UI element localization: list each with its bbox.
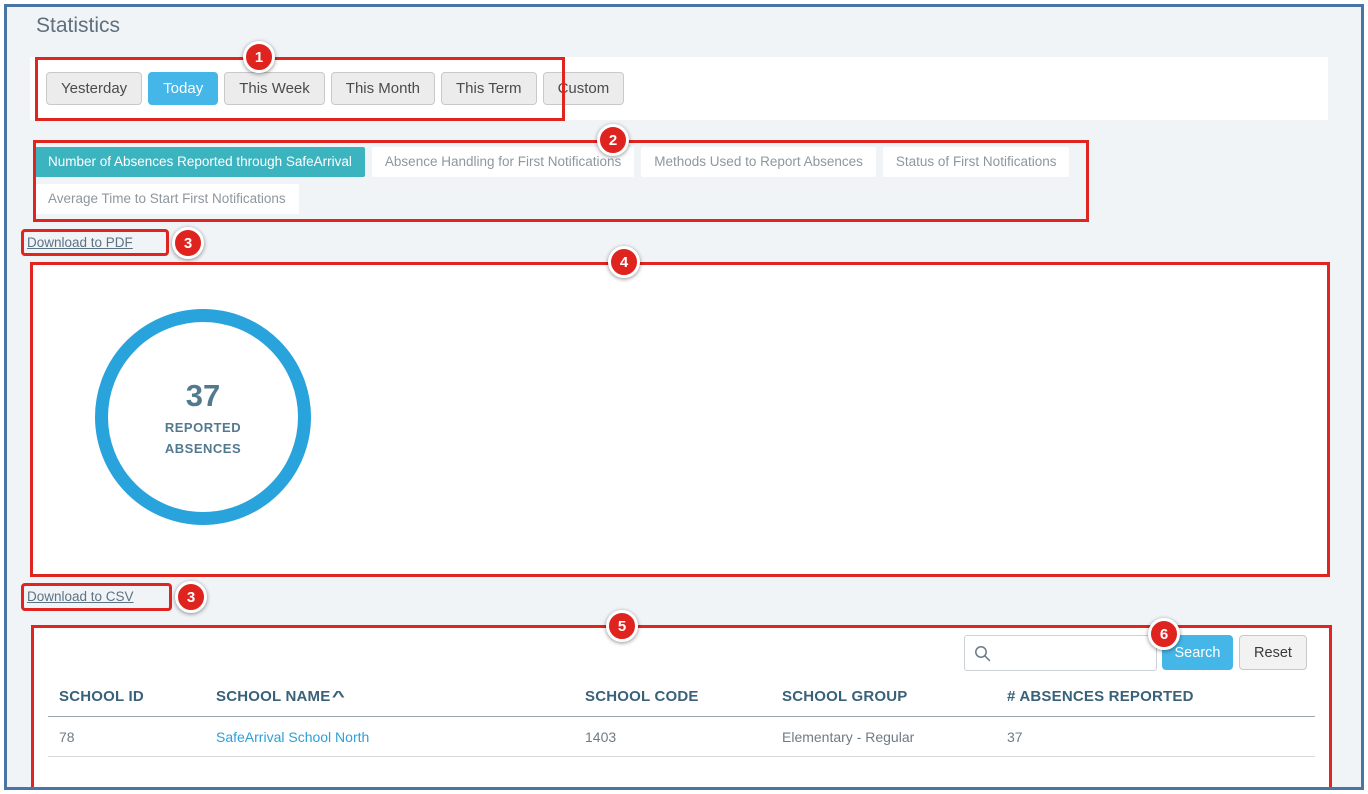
row-divider (48, 756, 1315, 757)
search-input[interactable] (965, 636, 1156, 670)
table-search-field[interactable] (964, 635, 1157, 671)
header-divider (48, 716, 1315, 717)
cell-school-code: 1403 (585, 729, 616, 745)
period-button-this-month[interactable]: This Month (331, 72, 435, 105)
search-button[interactable]: Search (1162, 635, 1233, 670)
sort-ascending-icon: ^ (332, 688, 345, 705)
period-button-this-week[interactable]: This Week (224, 72, 325, 105)
donut-value: 37 (186, 379, 220, 413)
reset-button[interactable]: Reset (1239, 635, 1307, 670)
period-filter-bar: Yesterday Today This Week This Month Thi… (30, 57, 1328, 120)
reported-absences-donut: 37 REPORTED ABSENCES (95, 309, 311, 525)
page-title: Statistics (36, 14, 120, 38)
tab-absence-handling[interactable]: Absence Handling for First Notifications (372, 147, 634, 177)
school-name-link[interactable]: SafeArrival School North (216, 729, 369, 745)
column-header-school-id[interactable]: SCHOOL ID (59, 688, 144, 705)
donut-label-line1: REPORTED (165, 421, 241, 434)
tab-average-time[interactable]: Average Time to Start First Notification… (35, 184, 299, 214)
tab-methods-used[interactable]: Methods Used to Report Absences (641, 147, 876, 177)
schools-table-panel: Search Reset SCHOOL ID SCHOOL NAME^ SCHO… (31, 625, 1332, 790)
donut-label-line2: ABSENCES (165, 442, 241, 455)
report-tabs-row-2: Average Time to Start First Notification… (35, 184, 299, 214)
period-button-this-term[interactable]: This Term (441, 72, 537, 105)
cell-absences-reported: 37 (1007, 729, 1023, 745)
column-header-label: SCHOOL GROUP (782, 688, 907, 705)
download-to-csv-link[interactable]: Download to CSV (27, 589, 134, 604)
column-header-label: SCHOOL CODE (585, 688, 699, 705)
column-header-school-code[interactable]: SCHOOL CODE (585, 688, 699, 705)
download-to-pdf-link[interactable]: Download to PDF (27, 235, 133, 250)
column-header-label: SCHOOL NAME (216, 688, 330, 705)
report-tabs-row-1: Number of Absences Reported through Safe… (35, 147, 1069, 177)
period-button-custom[interactable]: Custom (543, 72, 625, 105)
tab-number-of-absences[interactable]: Number of Absences Reported through Safe… (35, 147, 365, 177)
cell-school-id: 78 (59, 729, 75, 745)
column-header-absences-reported[interactable]: # ABSENCES REPORTED (1007, 688, 1194, 705)
column-header-label: SCHOOL ID (59, 688, 144, 705)
column-header-school-name[interactable]: SCHOOL NAME^ (216, 688, 343, 705)
cell-school-group: Elementary - Regular (782, 729, 914, 745)
column-header-school-group[interactable]: SCHOOL GROUP (782, 688, 907, 705)
tab-status-first-notifications[interactable]: Status of First Notifications (883, 147, 1070, 177)
period-button-today[interactable]: Today (148, 72, 218, 105)
column-header-label: # ABSENCES REPORTED (1007, 688, 1194, 705)
period-button-yesterday[interactable]: Yesterday (46, 72, 142, 105)
chart-panel: 37 REPORTED ABSENCES (30, 262, 1330, 577)
